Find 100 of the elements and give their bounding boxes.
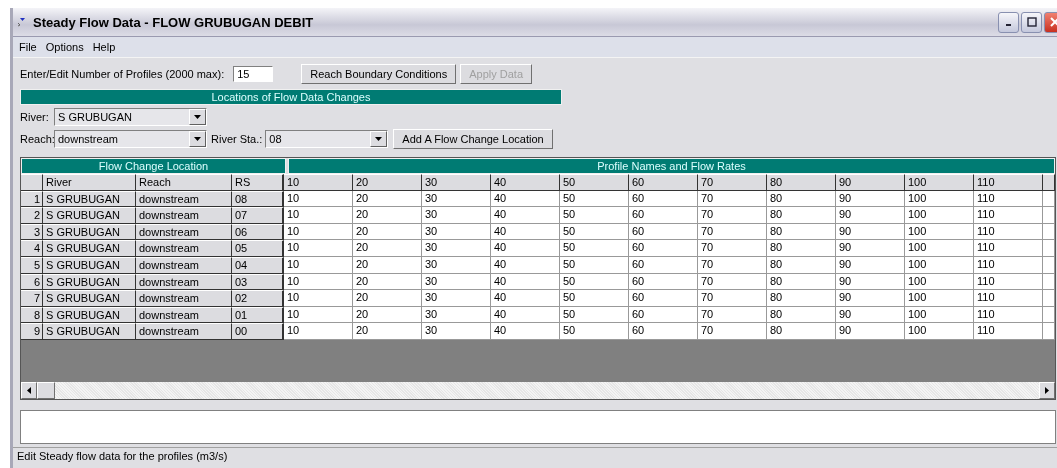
minimize-button[interactable] [998, 11, 1019, 33]
flow-cell[interactable]: 30 [422, 240, 491, 257]
table-cell: S GRUBUGAN [43, 207, 136, 224]
flow-cell[interactable]: 50 [560, 207, 629, 224]
reach-label: Reach: [20, 133, 54, 145]
flow-cell[interactable]: 60 [629, 290, 698, 307]
flow-cell[interactable]: 90 [836, 290, 905, 307]
flow-cell[interactable]: 70 [698, 323, 767, 340]
menu-item[interactable]: Options [45, 41, 84, 53]
flow-cell[interactable]: 30 [422, 290, 491, 307]
table-cell: downstream [136, 207, 232, 224]
reach-dropdown[interactable]: downstream [54, 130, 207, 148]
flow-cell[interactable]: 80 [767, 240, 836, 257]
action-button[interactable]: Reach Boundary Conditions [301, 64, 457, 84]
flow-cell[interactable]: 40 [491, 290, 560, 307]
flow-cell[interactable]: 40 [491, 240, 560, 257]
river-station-label: River Sta.: [211, 133, 263, 145]
flow-cell[interactable]: 100 [905, 290, 974, 307]
flow-cell[interactable]: 50 [560, 240, 629, 257]
flow-cell[interactable]: 20 [353, 290, 422, 307]
flow-cell[interactable]: 40 [491, 207, 560, 224]
flow-cell[interactable]: 30 [422, 323, 491, 340]
flow-cell[interactable]: 10 [284, 207, 353, 224]
flow-cell[interactable]: 100 [905, 207, 974, 224]
river-label: River: [20, 111, 50, 123]
profile-header: 80 [767, 174, 836, 191]
flow-cell[interactable]: 90 [836, 323, 905, 340]
profiles-label: Enter/Edit Number of Profiles (2000 max): [20, 68, 225, 80]
flow-cell[interactable] [1043, 207, 1055, 224]
column-header: Reach [136, 174, 232, 191]
flow-cell[interactable]: 40 [491, 323, 560, 340]
flow-cell[interactable]: 10 [284, 290, 353, 307]
profile-header: 50 [560, 174, 629, 191]
flow-cell[interactable]: 100 [905, 240, 974, 257]
profile-header: 60 [629, 174, 698, 191]
flow-cell[interactable]: 60 [629, 323, 698, 340]
river-dropdown[interactable]: S GRUBUGAN [54, 108, 207, 126]
profile-header: 110 [974, 174, 1043, 191]
add-location-button[interactable]: Add A Flow Change Location [393, 129, 553, 149]
table-cell: 05 [232, 240, 284, 257]
row-number: 4 [21, 240, 43, 257]
corner-cell [21, 174, 43, 191]
flow-cell[interactable]: 10 [284, 240, 353, 257]
flow-cell[interactable]: 50 [560, 290, 629, 307]
flow-cell[interactable]: 20 [353, 240, 422, 257]
profile-header: 70 [698, 174, 767, 191]
app-icon [17, 17, 27, 27]
flow-cell[interactable]: 50 [560, 323, 629, 340]
flow-cell[interactable]: 80 [767, 323, 836, 340]
table-cell: 02 [232, 290, 284, 307]
flow-cell[interactable]: 70 [698, 240, 767, 257]
table-cell: S GRUBUGAN [43, 290, 136, 307]
flow-cell[interactable]: 90 [836, 240, 905, 257]
dropdown-arrow-icon [194, 137, 201, 141]
flow-cell[interactable]: 110 [974, 323, 1043, 340]
flow-cell[interactable]: 110 [974, 240, 1043, 257]
maximize-icon [1026, 17, 1037, 27]
column-header: River [43, 174, 136, 191]
flow-cell[interactable]: 10 [284, 323, 353, 340]
flow-cell[interactable]: 110 [974, 290, 1043, 307]
close-icon [1049, 17, 1057, 27]
flow-cell[interactable]: 90 [836, 207, 905, 224]
flow-cell[interactable]: 60 [629, 207, 698, 224]
flow-cell[interactable]: 110 [974, 207, 1043, 224]
row-number: 7 [21, 290, 43, 307]
row-number: 9 [21, 323, 43, 340]
menu-item[interactable]: File [19, 41, 37, 53]
table-cell: S GRUBUGAN [43, 240, 136, 257]
flow-cell[interactable]: 70 [698, 290, 767, 307]
flow-cell[interactable]: 100 [905, 323, 974, 340]
window-title: Steady Flow Data - FLOW GRUBUGAN DEBIT [33, 14, 314, 30]
flow-cell[interactable]: 20 [353, 207, 422, 224]
section-header: Locations of Flow Data Changes [20, 89, 562, 105]
table-caption: Flow Change Location [21, 158, 286, 174]
dropdown-arrow-icon [194, 115, 201, 119]
left-arrow-icon [27, 386, 31, 394]
flow-cell[interactable]: 80 [767, 290, 836, 307]
table-cell: 07 [232, 207, 284, 224]
flow-cell[interactable]: 80 [767, 207, 836, 224]
column-header: RS [232, 174, 284, 191]
flow-cell[interactable]: 20 [353, 323, 422, 340]
profile-header: 90 [836, 174, 905, 191]
flow-cell[interactable] [1043, 323, 1055, 340]
maximize-button[interactable] [1021, 11, 1042, 33]
table-cell: downstream [136, 323, 232, 340]
flow-cell[interactable] [1043, 240, 1055, 257]
status-bar: Edit Steady flow data for the profiles (m3/s) [13, 446, 1057, 464]
profile-header: 10 [284, 174, 353, 191]
flow-cell[interactable] [1043, 290, 1055, 307]
table-cell: downstream [136, 240, 232, 257]
dropdown-arrow-icon [375, 137, 383, 141]
flow-cell[interactable]: 30 [422, 207, 491, 224]
profile-header: 30 [422, 174, 491, 191]
menu-item[interactable]: Help [92, 41, 116, 53]
profiles-input[interactable]: 15 [233, 66, 274, 82]
row-number: 2 [21, 207, 43, 224]
table-cell: downstream [136, 290, 232, 307]
flow-cell[interactable]: 70 [698, 207, 767, 224]
river-station-dropdown[interactable]: 08 [265, 130, 389, 148]
flow-cell[interactable]: 60 [629, 240, 698, 257]
